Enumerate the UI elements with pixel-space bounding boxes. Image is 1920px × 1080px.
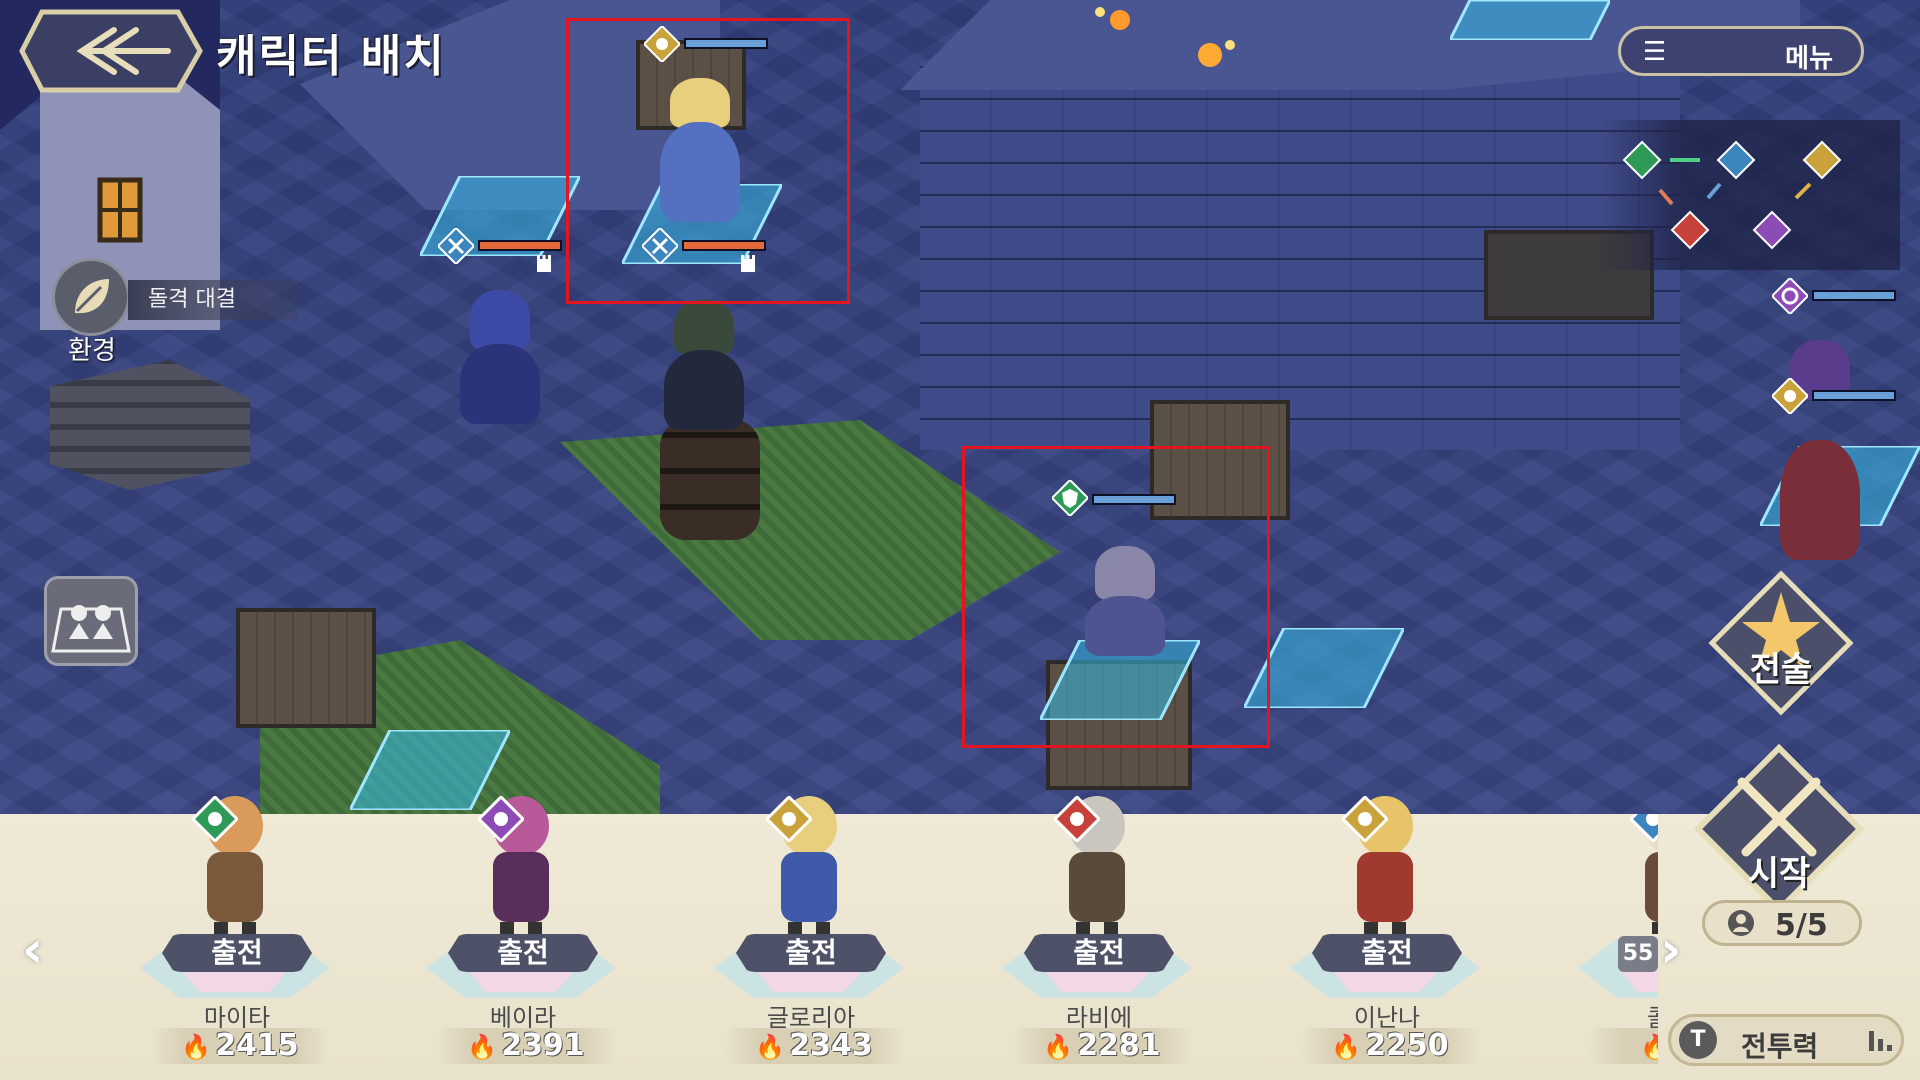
back-button[interactable] xyxy=(18,8,204,94)
bar-chart-icon xyxy=(1869,1031,1892,1051)
element-gold-star-icon xyxy=(1802,140,1842,180)
element-blue-cross-icon xyxy=(1716,140,1756,180)
deploy-badge: 출전 xyxy=(736,934,886,972)
level-badge: 55 xyxy=(1618,936,1658,972)
scroll-right-arrow-icon[interactable]: › xyxy=(1660,920,1681,980)
highlight-box xyxy=(962,446,1270,748)
flame-icon: 🔥 xyxy=(181,1033,212,1061)
hp-bar xyxy=(478,240,562,251)
environment-label: 환경 xyxy=(68,336,116,366)
barrel xyxy=(660,420,760,540)
enemy-unit-armored[interactable] xyxy=(654,300,754,430)
element-advantage-chart xyxy=(1600,120,1900,270)
person-icon xyxy=(1728,910,1754,936)
power-value: 2281 xyxy=(1077,1028,1161,1063)
power-value: 2391 xyxy=(501,1028,585,1063)
environment-button[interactable] xyxy=(52,258,130,336)
character-card[interactable]: 출전 베이라 🔥 2391 xyxy=(386,794,646,1080)
party-count-value: 5/5 xyxy=(1775,908,1828,943)
enemy-unit-hooded[interactable] xyxy=(450,290,550,430)
placement-tile[interactable] xyxy=(1447,0,1612,42)
page-title: 캐릭터 배치 xyxy=(216,31,446,82)
flame-icon: 🔥 xyxy=(755,1033,786,1061)
element-gold-star-icon xyxy=(764,794,814,844)
character-power: 🔥 2250 xyxy=(1300,1028,1480,1064)
flame-icon: 🔥 xyxy=(1640,1033,1658,1061)
party-formation-button[interactable] xyxy=(44,576,138,666)
element-red-sword-icon xyxy=(1052,794,1102,844)
power-value: 2343 xyxy=(789,1028,873,1063)
highlight-box xyxy=(566,18,850,304)
element-purple-swirl-icon xyxy=(1770,276,1810,316)
character-power: 🔥 2391 xyxy=(436,1028,616,1064)
flame-icon: 🔥 xyxy=(1331,1033,1362,1061)
combat-power-label: 전투력 xyxy=(1741,1030,1819,1063)
power-value: 2415 xyxy=(215,1028,299,1063)
character-power: 🔥 2343 xyxy=(724,1028,904,1064)
rook-icon xyxy=(534,254,554,274)
character-power: 🔥24 xyxy=(1588,1028,1658,1064)
environment-value: 돌격 대결 xyxy=(128,280,298,320)
character-card[interactable]: 출전 글로리아 🔥 2343 xyxy=(674,794,934,1080)
element-purple-swirl-icon xyxy=(476,794,526,844)
menu-button[interactable]: ☰ 메뉴 xyxy=(1618,26,1864,76)
element-blue-cross-icon xyxy=(1628,814,1658,844)
deploy-badge: 출전 xyxy=(1312,934,1462,972)
menu-list-icon: ☰ xyxy=(1643,37,1667,67)
character-power: 🔥 2415 xyxy=(150,1028,330,1064)
tactic-label: 전술 xyxy=(1749,650,1813,690)
flame-icon: 🔥 xyxy=(467,1033,498,1061)
enemy-unit-witch[interactable] xyxy=(1770,340,1870,570)
element-purple-swirl-icon xyxy=(1752,210,1792,250)
flame-icon: 🔥 xyxy=(1043,1033,1074,1061)
hp-bar xyxy=(1812,290,1896,301)
hp-bar xyxy=(1812,390,1896,401)
element-green-shield-icon xyxy=(1622,140,1662,180)
scroll-left-arrow-icon[interactable]: ‹ xyxy=(22,920,43,980)
menu-label: 메뉴 xyxy=(1785,44,1833,74)
party-count: 5/5 xyxy=(1702,900,1862,946)
character-card[interactable]: 출전 마이타 🔥 2415 xyxy=(100,794,360,1080)
element-gold-star-icon xyxy=(1340,794,1390,844)
element-red-sword-icon xyxy=(1670,210,1710,250)
element-blue-cross-icon xyxy=(436,226,476,266)
start-label: 시작 xyxy=(1747,854,1811,894)
bench xyxy=(50,360,250,490)
crate xyxy=(236,608,376,728)
element-gold-star-icon xyxy=(1770,376,1810,416)
party-icon xyxy=(51,605,131,653)
deploy-badge: 출전 xyxy=(1024,934,1174,972)
sort-icon: T xyxy=(1679,1021,1717,1059)
character-card[interactable]: 55콜🔥24 xyxy=(1538,814,1658,1080)
character-card[interactable]: 출전 라비에 🔥 2281 xyxy=(962,794,1222,1080)
leaf-icon xyxy=(75,279,109,314)
character-power: 🔥 2281 xyxy=(1012,1028,1192,1064)
lava-sparks xyxy=(1060,0,1260,80)
element-green-shield-icon xyxy=(190,794,240,844)
combat-power-button[interactable]: T 전투력 xyxy=(1668,1014,1904,1066)
deploy-badge: 출전 xyxy=(448,934,598,972)
power-value: 2250 xyxy=(1365,1028,1449,1063)
character-card[interactable]: 출전 이난나 🔥 2250 xyxy=(1250,794,1510,1080)
deploy-badge: 출전 xyxy=(162,934,312,972)
